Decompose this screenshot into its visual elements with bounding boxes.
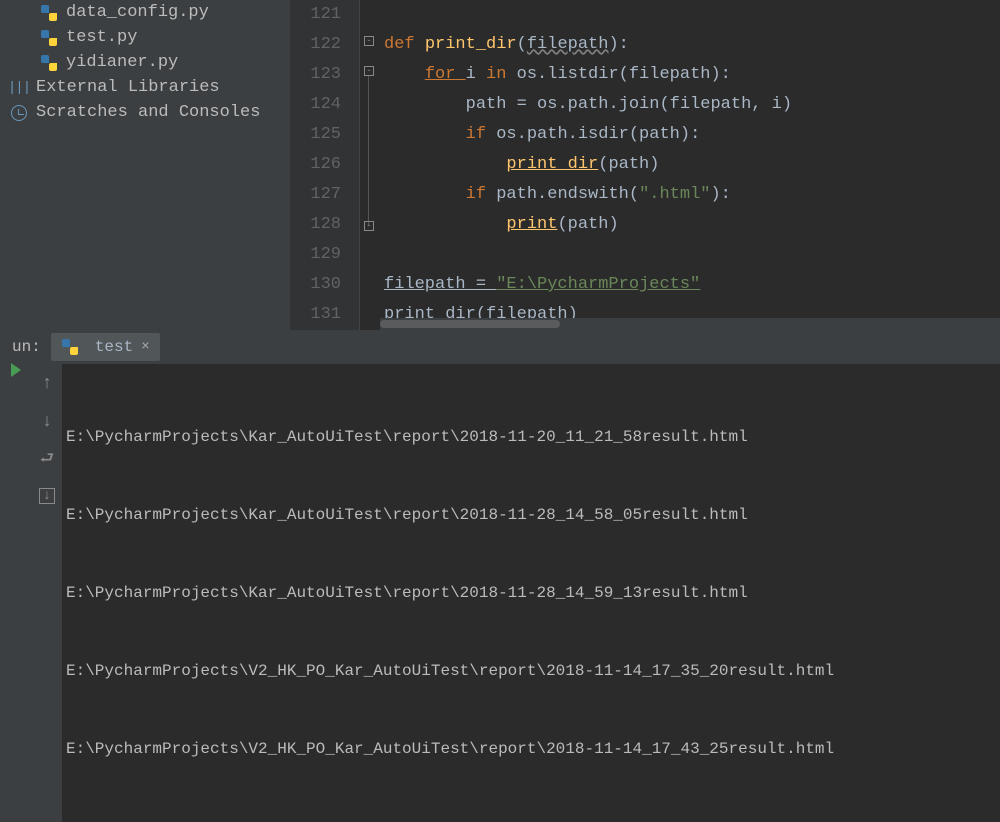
line-number: 121 (290, 0, 341, 30)
scroll-down-button[interactable] (37, 412, 57, 432)
python-file-icon (40, 29, 58, 47)
line-number: 124 (290, 90, 341, 120)
code-line: for i in os.listdir(filepath): (384, 60, 1000, 90)
code-line: filepath = "E:\PycharmProjects" (384, 270, 1000, 300)
run-panel: un: test × E:\PycharmProjects\Kar_AutoUi… (0, 330, 1000, 822)
tree-scratches[interactable]: Scratches and Consoles (0, 100, 290, 125)
project-tree[interactable]: data_config.py test.py yidianer.py Exter… (0, 0, 290, 330)
scrollbar-thumb[interactable] (380, 320, 560, 328)
fold-marker-icon[interactable]: - (364, 66, 374, 76)
line-number: 127 (290, 180, 341, 210)
python-file-icon (40, 54, 58, 72)
run-label: un: (12, 338, 41, 356)
line-number: 131 (290, 300, 341, 330)
line-number: 129 (290, 240, 341, 270)
tree-file-label: data_config.py (66, 3, 209, 22)
line-number: 126 (290, 150, 341, 180)
line-number: 125 (290, 120, 341, 150)
code-line: def print_dir(filepath): (384, 30, 1000, 60)
line-number: 128 (290, 210, 341, 240)
console-line: E:\PycharmProjects\Kar_AutoUiTest\report… (66, 502, 996, 528)
console-toolbar (32, 364, 62, 822)
run-tabs-bar: un: test × (32, 330, 1000, 364)
code-line: print(path) (384, 210, 1000, 240)
scroll-up-button[interactable] (37, 374, 57, 394)
console-line: E:\PycharmProjects\V2_HK_PO_Kar_AutoUiTe… (66, 736, 996, 762)
python-file-icon (40, 4, 58, 22)
code-area[interactable]: def print_dir(filepath): for i in os.lis… (380, 0, 1000, 330)
tree-file-data-config[interactable]: data_config.py (0, 0, 290, 25)
fold-marker-icon[interactable]: - (364, 36, 374, 46)
scratches-icon (10, 104, 28, 122)
code-line: print_dir(path) (384, 150, 1000, 180)
line-number: 123 (290, 60, 341, 90)
run-tab-label: test (95, 338, 133, 356)
library-icon (10, 79, 28, 97)
console-line: E:\PycharmProjects\Kar_AutoUiTest\report… (66, 580, 996, 606)
code-line (384, 0, 1000, 30)
run-button[interactable] (6, 360, 26, 380)
code-editor[interactable]: 121 122 123 124 125 126 127 128 129 130 … (290, 0, 1000, 330)
line-number: 122 (290, 30, 341, 60)
code-line: if os.path.isdir(path): (384, 120, 1000, 150)
horizontal-scrollbar[interactable] (380, 318, 1000, 330)
line-number: 130 (290, 270, 341, 300)
tree-file-yidianer[interactable]: yidianer.py (0, 50, 290, 75)
tree-external-libraries[interactable]: External Libraries (0, 75, 290, 100)
tree-label: External Libraries (36, 78, 220, 97)
tree-file-label: test.py (66, 28, 137, 47)
line-number-gutter: 121 122 123 124 125 126 127 128 129 130 … (290, 0, 360, 330)
play-icon (11, 363, 21, 377)
scroll-to-end-button[interactable] (39, 488, 55, 504)
console-output[interactable]: E:\PycharmProjects\Kar_AutoUiTest\report… (62, 364, 1000, 822)
console-line: E:\PycharmProjects\Kar_AutoUiTest\report… (66, 424, 996, 450)
soft-wrap-button[interactable] (37, 450, 57, 470)
close-icon[interactable]: × (141, 339, 149, 355)
tree-label: Scratches and Consoles (36, 103, 260, 122)
code-line (384, 240, 1000, 270)
code-line: path = os.path.join(filepath, i) (384, 90, 1000, 120)
python-file-icon (61, 338, 79, 356)
code-line: if path.endswith(".html"): (384, 180, 1000, 210)
run-tab-test[interactable]: test × (51, 333, 160, 361)
tree-file-test[interactable]: test.py (0, 25, 290, 50)
run-toolbar (0, 330, 32, 822)
console-line: E:\PycharmProjects\V2_HK_PO_Kar_AutoUiTe… (66, 658, 996, 684)
tree-file-label: yidianer.py (66, 53, 178, 72)
fold-gutter: - - - (360, 0, 380, 330)
fold-end-icon[interactable]: - (364, 221, 374, 231)
